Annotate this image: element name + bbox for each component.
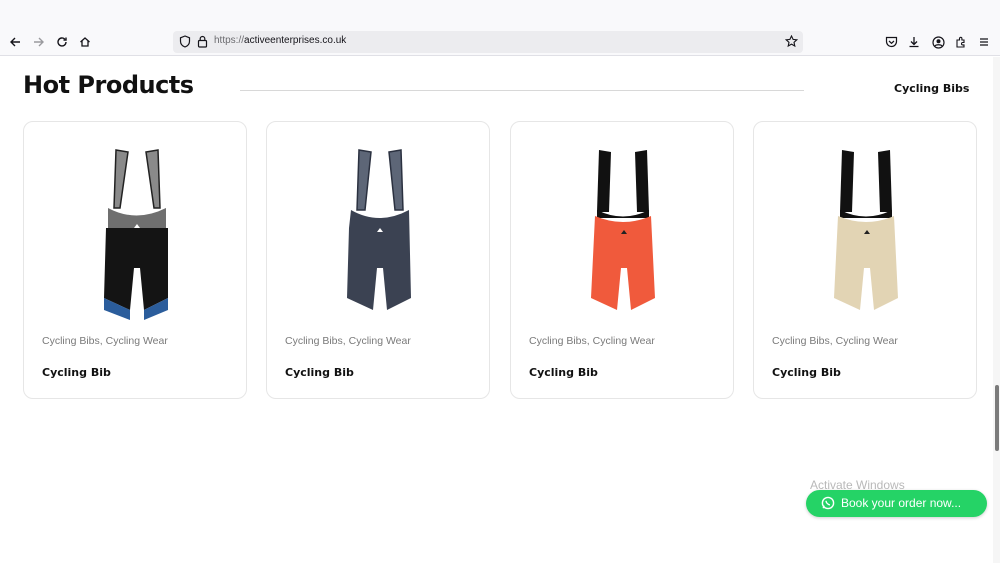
- product-image[interactable]: [814, 148, 918, 324]
- account-icon[interactable]: [929, 33, 947, 51]
- section-title: Hot Products: [23, 71, 194, 99]
- product-name[interactable]: Cycling Bib: [772, 366, 841, 379]
- home-icon[interactable]: [76, 33, 94, 51]
- back-icon[interactable]: [6, 33, 24, 51]
- scrollbar-thumb[interactable]: [995, 385, 999, 451]
- browser-toolbar: https://activeenterprises.co.uk: [0, 28, 1000, 56]
- whatsapp-icon: [821, 496, 835, 510]
- product-card[interactable]: Cycling Bibs, Cycling Wear Cycling Bib: [23, 121, 247, 399]
- product-card[interactable]: Cycling Bibs, Cycling Wear Cycling Bib: [753, 121, 977, 399]
- lock-icon[interactable]: [197, 35, 208, 53]
- forward-icon[interactable]: [30, 33, 48, 51]
- reload-icon[interactable]: [53, 33, 71, 51]
- product-image[interactable]: [84, 148, 188, 324]
- menu-icon[interactable]: [975, 33, 993, 51]
- book-order-label: Book your order now...: [841, 496, 962, 510]
- product-image[interactable]: [327, 148, 431, 324]
- url-scheme: https://: [214, 35, 245, 46]
- title-divider: [240, 90, 804, 91]
- shield-icon[interactable]: [179, 35, 191, 53]
- address-bar[interactable]: https://activeenterprises.co.uk: [173, 31, 803, 53]
- url-host: activeenterprises.co.uk: [244, 35, 347, 46]
- product-categories[interactable]: Cycling Bibs, Cycling Wear: [772, 335, 902, 348]
- bookmark-star-icon[interactable]: [784, 34, 799, 53]
- product-name[interactable]: Cycling Bib: [285, 366, 354, 379]
- product-name[interactable]: Cycling Bib: [42, 366, 111, 379]
- browser-tab-strip: [0, 0, 1000, 28]
- url-text: https://activeenterprises.co.uk: [214, 35, 346, 46]
- product-card[interactable]: Cycling Bibs, Cycling Wear Cycling Bib: [510, 121, 734, 399]
- product-categories[interactable]: Cycling Bibs, Cycling Wear: [285, 335, 415, 348]
- tab-cycling-bibs[interactable]: Cycling Bibs: [894, 82, 969, 95]
- product-image[interactable]: [571, 148, 675, 324]
- page-scrollbar[interactable]: [993, 57, 1000, 563]
- product-categories[interactable]: Cycling Bibs, Cycling Wear: [42, 335, 172, 348]
- product-card[interactable]: Cycling Bibs, Cycling Wear Cycling Bib: [266, 121, 490, 399]
- product-name[interactable]: Cycling Bib: [529, 366, 598, 379]
- extensions-icon[interactable]: [952, 33, 970, 51]
- pocket-icon[interactable]: [882, 33, 900, 51]
- web-page: Hot Products Cycling Bibs Cycling Bibs, …: [0, 57, 993, 563]
- book-order-button[interactable]: Book your order now...: [806, 490, 987, 517]
- downloads-icon[interactable]: [905, 33, 923, 51]
- product-categories[interactable]: Cycling Bibs, Cycling Wear: [529, 335, 659, 348]
